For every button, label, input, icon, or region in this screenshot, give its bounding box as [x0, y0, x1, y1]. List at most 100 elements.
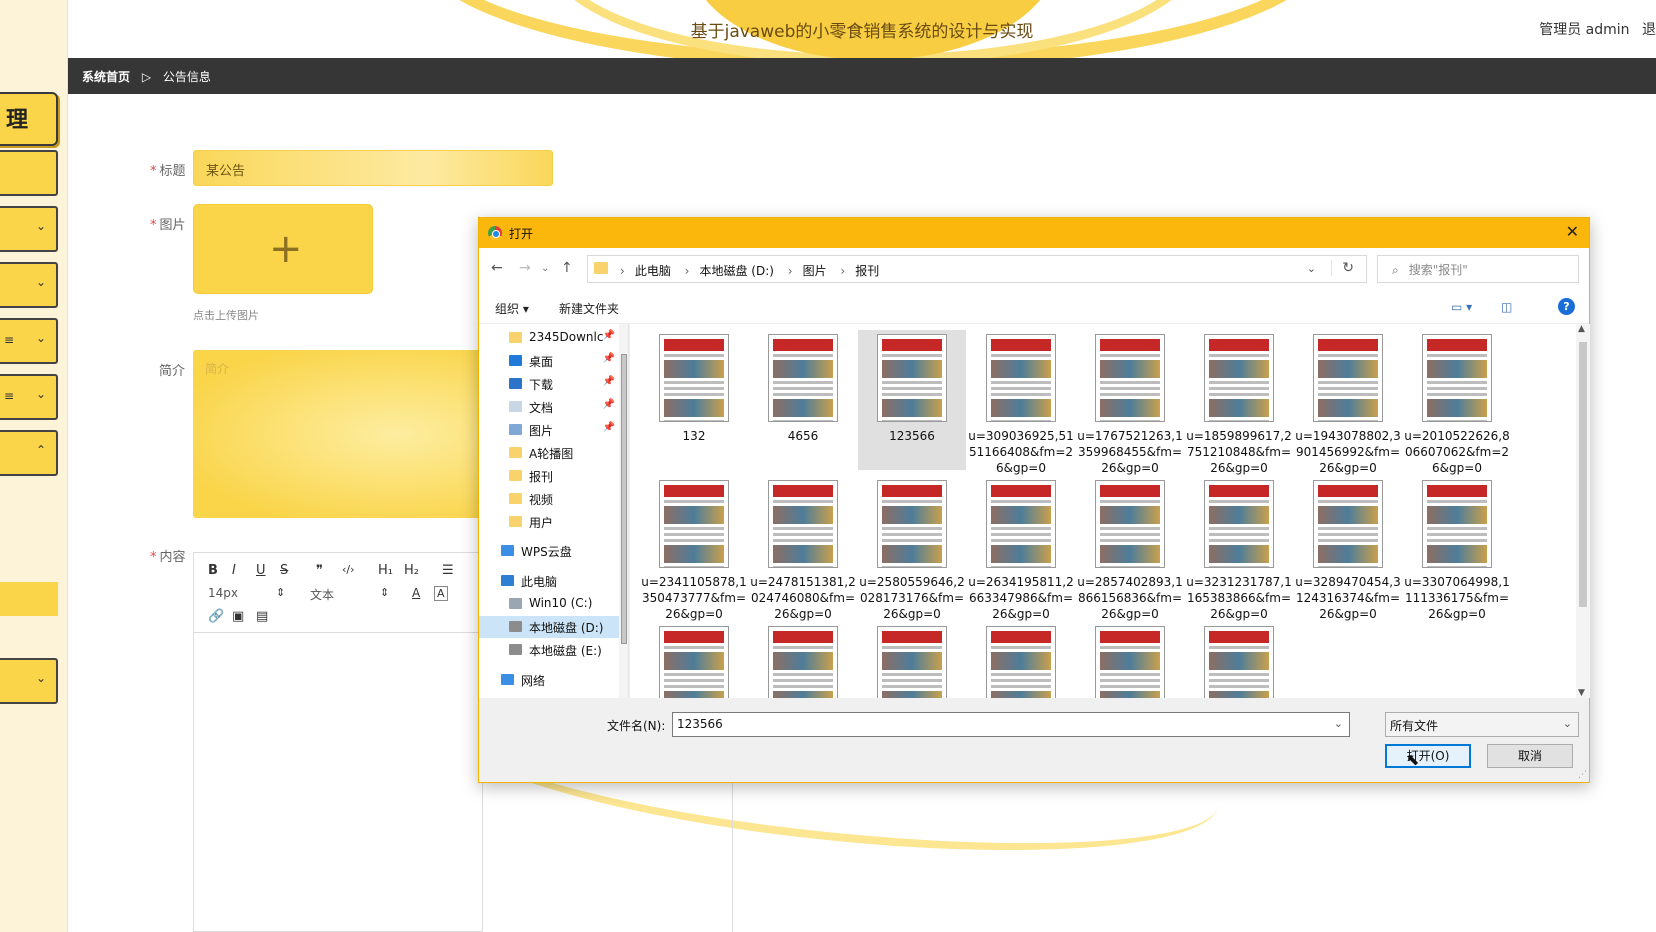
- sidebar-item-5[interactable]: ≡ ⌄: [0, 374, 58, 420]
- file-item[interactable]: [858, 622, 966, 698]
- file-item[interactable]: u=3231231787,1165383866&fm=26&gp=0: [1185, 476, 1293, 621]
- file-name: u=2857402893,1866156836&fm=26&gp=0: [1077, 575, 1183, 621]
- file-item[interactable]: [1076, 622, 1184, 698]
- logout-link[interactable]: 退: [1642, 22, 1656, 38]
- sidebar-item-3[interactable]: ⌄: [0, 262, 58, 308]
- nav-item[interactable]: 文档 📌: [479, 396, 619, 418]
- scroll-up-icon[interactable]: ▲: [1578, 324, 1585, 334]
- file-item[interactable]: u=2580559646,2028173176&fm=26&gp=0: [858, 476, 966, 621]
- resize-grip-icon[interactable]: ⋰: [1578, 770, 1587, 780]
- scroll-down-icon[interactable]: ▼: [1578, 688, 1585, 698]
- title-input[interactable]: 某公告: [193, 150, 553, 186]
- filetype-select[interactable]: 所有文件 ⌄: [1385, 712, 1579, 737]
- folder-icon: [501, 575, 514, 586]
- bg-color-button[interactable]: A: [434, 586, 448, 601]
- bold-button[interactable]: B: [208, 563, 218, 578]
- rich-text-editor[interactable]: B I U S ❞ ‹/› H₁ H₂ ☰ 14px ⇕ 文本 ⇕ A A 🔗 …: [193, 552, 483, 932]
- file-item[interactable]: 4656: [749, 330, 857, 470]
- file-item[interactable]: u=3307064998,1111336175&fm=26&gp=0: [1403, 476, 1511, 621]
- brief-textarea[interactable]: 简介: [193, 350, 483, 518]
- file-item[interactable]: [640, 622, 748, 698]
- text-style-select[interactable]: 文本: [310, 586, 334, 603]
- nav-item[interactable]: 图片 📌: [479, 419, 619, 441]
- nav-item[interactable]: 此电脑: [479, 570, 619, 592]
- strike-button[interactable]: S: [280, 563, 288, 578]
- file-item[interactable]: u=2857402893,1866156836&fm=26&gp=0: [1076, 476, 1184, 621]
- h2-button[interactable]: H₂: [404, 563, 419, 578]
- back-icon[interactable]: ←: [491, 260, 503, 276]
- chevron-down-icon[interactable]: ⌄: [1334, 717, 1343, 730]
- nav-scrollbar[interactable]: [619, 324, 628, 698]
- nav-item[interactable]: Win10 (C:): [479, 593, 619, 615]
- chevron-down-icon: ⌄: [36, 331, 47, 345]
- sidebar-item-4[interactable]: ≡ ⌄: [0, 318, 58, 364]
- open-button[interactable]: 打开(O): [1385, 744, 1471, 768]
- file-scrollbar[interactable]: ▲ ▼: [1576, 324, 1590, 698]
- path-segment[interactable]: 报刊: [855, 264, 879, 278]
- search-input[interactable]: ⌕ 搜索"报刊": [1377, 255, 1579, 283]
- list-icon[interactable]: ☰: [442, 563, 454, 578]
- sidebar-item-2[interactable]: ⌄: [0, 206, 58, 252]
- file-item[interactable]: u=2341105878,1350473777&fm=26&gp=0: [640, 476, 748, 621]
- recent-dropdown-icon[interactable]: ⌄: [541, 263, 549, 274]
- path-segment[interactable]: 本地磁盘 (D:): [699, 264, 773, 278]
- font-size-select[interactable]: 14px: [208, 586, 238, 600]
- nav-item[interactable]: 用户: [479, 511, 619, 533]
- file-item[interactable]: u=2010522626,806607062&fm=26&gp=0: [1403, 330, 1511, 475]
- image-icon[interactable]: ▣: [232, 609, 244, 624]
- nav-item[interactable]: 视频: [479, 488, 619, 510]
- path-segment[interactable]: 图片: [803, 264, 827, 278]
- file-item[interactable]: 132: [640, 330, 748, 470]
- nav-item[interactable]: A轮播图: [479, 442, 619, 464]
- up-icon[interactable]: ↑: [561, 260, 573, 276]
- h1-button[interactable]: H₁: [378, 563, 393, 578]
- address-bar[interactable]: › 此电脑 › 本地磁盘 (D:) › 图片 › 报刊 ⌄ ↻: [587, 255, 1367, 283]
- underline-button[interactable]: U: [256, 563, 266, 578]
- file-item[interactable]: u=1767521263,1359968455&fm=26&gp=0: [1076, 330, 1184, 475]
- link-icon[interactable]: 🔗: [208, 609, 224, 624]
- sidebar-item-1[interactable]: [0, 150, 58, 196]
- file-item[interactable]: 123566: [858, 330, 966, 470]
- breadcrumb-home[interactable]: 系统首页: [82, 70, 130, 84]
- chevron-down-icon[interactable]: ⌄: [1307, 262, 1316, 275]
- nav-item[interactable]: 下载 📌: [479, 373, 619, 395]
- file-item[interactable]: u=1859899617,2751210848&fm=26&gp=0: [1185, 330, 1293, 475]
- sidebar-item-7[interactable]: ⌄: [0, 658, 58, 704]
- file-item[interactable]: u=2634195811,2663347986&fm=26&gp=0: [967, 476, 1075, 621]
- italic-button[interactable]: I: [232, 563, 236, 578]
- file-item[interactable]: u=3289470454,3124316374&fm=26&gp=0: [1294, 476, 1402, 621]
- newspaper-thumbnail: [877, 480, 947, 568]
- nav-item[interactable]: 报刊: [479, 465, 619, 487]
- file-item[interactable]: u=2478151381,2024746080&fm=26&gp=0: [749, 476, 857, 621]
- sidebar-subitem-active[interactable]: [0, 582, 58, 616]
- sidebar-item-6[interactable]: ⌃: [0, 430, 58, 476]
- file-item[interactable]: [967, 622, 1075, 698]
- nav-item[interactable]: 本地磁盘 (D:): [479, 616, 619, 638]
- file-item[interactable]: u=1943078802,3901456992&fm=26&gp=0: [1294, 330, 1402, 475]
- close-icon[interactable]: ✕: [1566, 222, 1579, 241]
- nav-item[interactable]: 本地磁盘 (E:): [479, 639, 619, 661]
- font-color-button[interactable]: A: [412, 586, 420, 600]
- nav-item[interactable]: 2345Downlc 📌: [479, 327, 619, 349]
- organize-button[interactable]: 组织 ▾: [495, 300, 529, 317]
- file-name: 4656: [787, 429, 819, 443]
- preview-pane-icon[interactable]: ◫: [1501, 300, 1512, 314]
- nav-item[interactable]: WPS云盘: [479, 540, 619, 562]
- help-icon[interactable]: ?: [1558, 298, 1575, 315]
- code-icon[interactable]: ‹/›: [342, 563, 355, 576]
- file-item[interactable]: [749, 622, 857, 698]
- new-folder-button[interactable]: 新建文件夹: [559, 300, 619, 317]
- file-item[interactable]: [1185, 622, 1293, 698]
- image-upload[interactable]: +: [193, 204, 373, 294]
- quote-icon[interactable]: ❞: [316, 563, 323, 578]
- nav-item[interactable]: 网络: [479, 669, 619, 691]
- video-icon[interactable]: ▤: [256, 609, 268, 624]
- view-options-icon[interactable]: ▭ ▾: [1451, 300, 1472, 314]
- nav-item[interactable]: 桌面 📌: [479, 350, 619, 372]
- forward-icon[interactable]: →: [519, 260, 531, 276]
- file-item[interactable]: u=309036925,5151166408&fm=26&gp=0: [967, 330, 1075, 475]
- cancel-button[interactable]: 取消: [1487, 744, 1573, 768]
- filename-input[interactable]: 123566 ⌄: [672, 712, 1350, 737]
- path-segment[interactable]: 此电脑: [635, 264, 671, 278]
- refresh-icon[interactable]: ↻: [1331, 260, 1354, 276]
